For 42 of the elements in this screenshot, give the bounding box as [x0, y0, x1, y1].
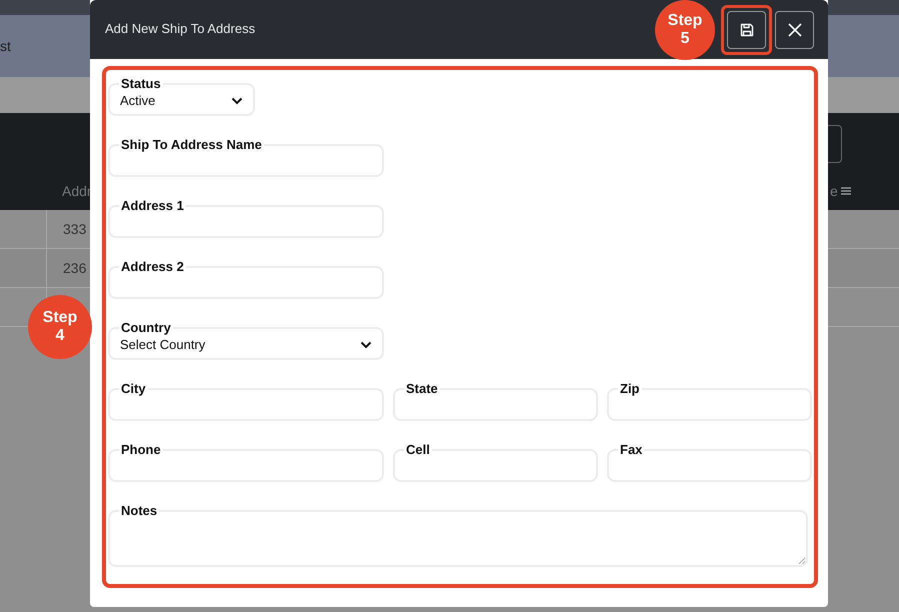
field-label: Fax [619, 442, 644, 457]
input-field[interactable]: Fax [607, 442, 812, 482]
field-label: Status [120, 76, 162, 91]
select-field[interactable]: Country Select Country [108, 320, 384, 360]
page-title: st [0, 38, 11, 54]
chevron-down-icon [231, 96, 243, 104]
field-label: Address 2 [120, 259, 185, 274]
field-label: Ship To Address Name [120, 137, 263, 152]
input-field[interactable]: Address 2 [108, 259, 384, 299]
chevron-down-icon [360, 340, 372, 348]
text-area[interactable]: Notes [108, 503, 808, 567]
input-field[interactable]: Phone [108, 442, 384, 482]
column-header: Addr [62, 183, 92, 199]
field-label: Country [120, 320, 172, 335]
input-field[interactable]: Address 1 [108, 198, 384, 238]
menu-icon[interactable] [841, 187, 851, 195]
selected-value: Select Country [120, 337, 206, 352]
field-label: Address 1 [120, 198, 185, 213]
field-label: City [120, 381, 147, 396]
save-icon [738, 22, 754, 38]
input-field[interactable]: Cell [393, 442, 598, 482]
field-label: Zip [619, 381, 640, 396]
field-label: State [405, 381, 439, 396]
field-label: Phone [120, 442, 162, 457]
input-field[interactable]: City [108, 381, 384, 421]
selected-value: Active [120, 93, 156, 108]
step-callout: Step 5 [655, 0, 715, 60]
input-field[interactable]: State [393, 381, 598, 421]
step-callout: Step 4 [28, 295, 92, 359]
close-icon [786, 22, 802, 38]
field-label: Notes [120, 503, 158, 518]
field-label: Cell [405, 442, 431, 457]
table-cell: 333 [63, 221, 86, 237]
input-field[interactable]: Ship To Address Name [108, 137, 384, 177]
table-cell: 236 [63, 260, 86, 276]
dialog-title: Add New Ship To Address [105, 21, 256, 36]
save-button[interactable] [727, 11, 766, 49]
resize-grip-icon[interactable] [798, 557, 805, 564]
column-header: e [830, 183, 838, 199]
input-field[interactable]: Zip [607, 381, 812, 421]
close-button[interactable] [775, 11, 814, 49]
select-field[interactable]: Status Active [108, 76, 255, 116]
